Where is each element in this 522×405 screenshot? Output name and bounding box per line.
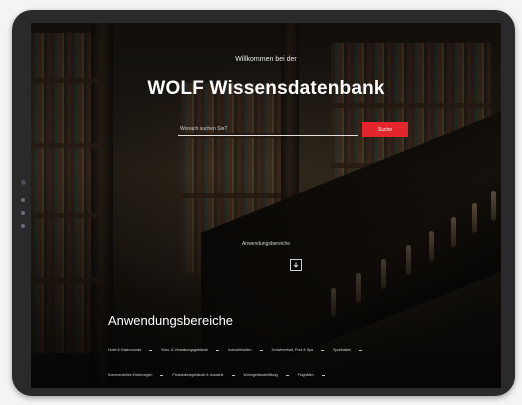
category-label: Kommerzielles Erfahrungen: [108, 373, 153, 377]
category-link[interactable]: Produktionsgebäude & Industrie: [172, 373, 243, 377]
separator: [321, 349, 325, 351]
separator: [149, 349, 153, 351]
category-link[interactable]: Büro- & Verwaltungsgebäude: [161, 348, 228, 352]
separator: [285, 374, 289, 376]
category-row-2: Kommerzielles Erfahrungen Produktionsgeb…: [108, 373, 334, 377]
section-title: Anwendungsbereiche: [108, 313, 234, 328]
scroll-hint-label: Anwendungsbereiche: [241, 241, 291, 247]
category-label: Schwimmbad, Pool & Spa: [271, 348, 314, 352]
search-button[interactable]: Suche: [362, 122, 408, 137]
separator: [259, 349, 263, 351]
category-link[interactable]: Schwimmbad, Pool & Spa: [272, 348, 334, 352]
category-row-1: Hotel & Gastronomie Büro- & Verwaltungsg…: [108, 348, 371, 352]
category-label: Flughäfen: [297, 373, 314, 377]
camera-dot: [20, 180, 26, 185]
category-label: Produktionsgebäude & Industrie: [172, 373, 224, 377]
category-link[interactable]: Wohngebäudelüftung: [244, 373, 298, 377]
page-title: WOLF Wissensdatenbank: [147, 78, 385, 99]
tablet-frame: Willkommen bei der WOLF Wissensdatenbank…: [12, 10, 515, 396]
separator: [160, 374, 164, 376]
category-label: Sporthallen: [333, 348, 352, 352]
side-dot: [21, 211, 25, 215]
category-label: Wohngebäudelüftung: [243, 373, 278, 377]
category-link[interactable]: Hotel & Gastronomie: [108, 348, 161, 352]
category-label: Industriehallen: [228, 348, 252, 352]
device-side-buttons: [20, 180, 26, 228]
welcome-text: Willkommen bei der: [235, 56, 297, 63]
search-bar: Suche: [178, 122, 408, 137]
separator: [321, 374, 325, 376]
category-link[interactable]: Kommerzielles Erfahrungen: [108, 373, 172, 377]
tablet-screen: Willkommen bei der WOLF Wissensdatenbank…: [31, 23, 501, 388]
arrow-down-icon: [293, 262, 299, 268]
category-label: Büro- & Verwaltungsgebäude: [161, 348, 209, 352]
category-link[interactable]: Sporthallen: [333, 348, 371, 352]
scroll-down-button[interactable]: [290, 259, 302, 271]
category-link[interactable]: Flughäfen: [298, 373, 334, 377]
category-label: Hotel & Gastronomie: [108, 348, 142, 352]
separator: [231, 374, 235, 376]
search-input[interactable]: [178, 122, 358, 136]
side-dot: [21, 224, 25, 228]
category-link[interactable]: Industriehallen: [228, 348, 271, 352]
side-dot: [21, 198, 25, 202]
separator: [216, 349, 220, 351]
separator: [359, 349, 363, 351]
